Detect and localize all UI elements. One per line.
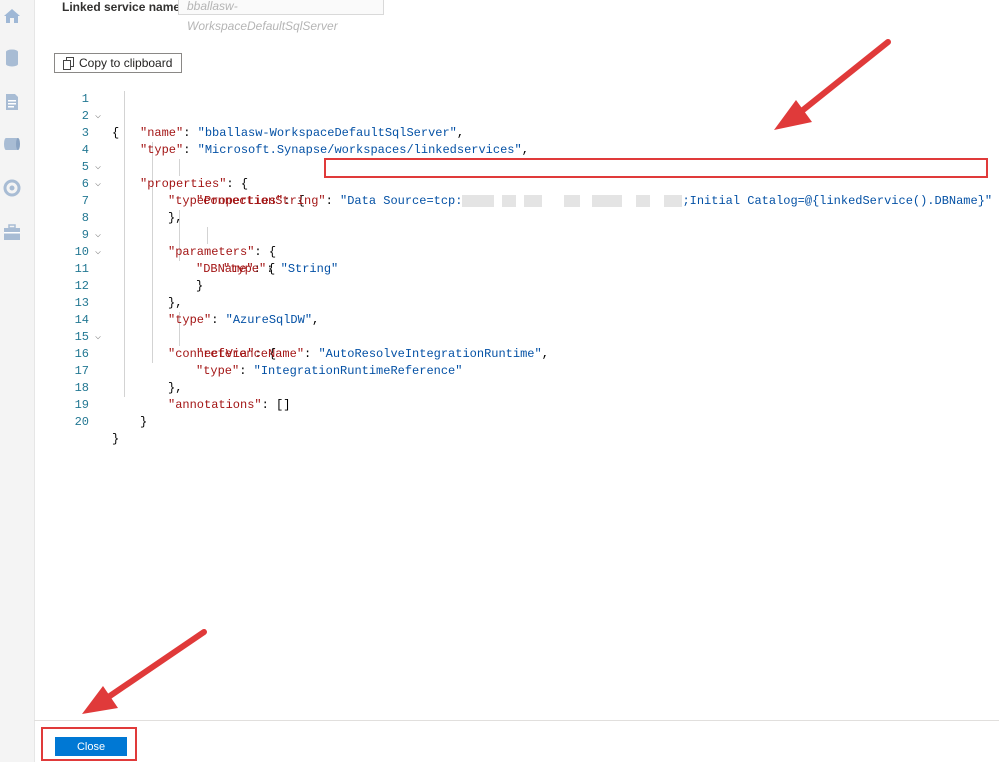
close-button-highlight	[41, 727, 137, 761]
copy-to-clipboard-button[interactable]: Copy to clipboard	[54, 53, 182, 73]
home-icon[interactable]	[2, 6, 22, 26]
code-token: }	[140, 415, 148, 429]
line-number: 20	[74, 415, 89, 429]
code-line: 13 "type": "AzureSqlDW",	[34, 278, 999, 327]
code-line: 9 ⌵ "DBName": {	[34, 210, 999, 276]
pipeline-icon[interactable]	[2, 134, 22, 154]
code-line: 11 }	[34, 244, 999, 293]
code-line: 19 }	[34, 380, 999, 429]
json-code-editor[interactable]: 1 ⌵ { 2 "name": "bballasw-WorkspaceDefau…	[34, 74, 999, 446]
database-icon[interactable]	[2, 48, 22, 68]
code-line: 15 "referenceName": "AutoResolveIntegrat…	[34, 312, 999, 361]
code-line: 16 "type": "IntegrationRuntimeReference"	[34, 329, 999, 378]
linked-service-label: Linked service name	[62, 0, 181, 14]
code-line: 2 "name": "bballasw-WorkspaceDefaultSqlS…	[34, 91, 999, 140]
connection-string-highlight	[324, 158, 988, 178]
footer-divider	[34, 720, 999, 721]
code-line: 10 "type": "String"	[34, 227, 999, 276]
toolbox-icon[interactable]	[2, 222, 22, 242]
code-line: 4 ⌵ "properties": {	[34, 125, 999, 191]
code-line: 17 },	[34, 346, 999, 395]
code-line: 3 "type": "Microsoft.Synapse/workspaces/…	[34, 108, 999, 157]
linked-service-name-field[interactable]: bballasw-WorkspaceDefaultSqlServer	[178, 0, 384, 33]
code-line: 14 ⌵ "connectVia": {	[34, 295, 999, 361]
left-sidebar	[0, 0, 35, 762]
arrowhead-icon	[82, 686, 118, 714]
monitor-icon[interactable]	[2, 178, 22, 198]
code-line: 1 ⌵ {	[34, 74, 999, 140]
code-line: 8 ⌵ "parameters": {	[34, 193, 999, 259]
arrow-to-close-button	[101, 629, 207, 703]
copy-button-label: Copy to clipboard	[79, 56, 173, 70]
code-line: 12 },	[34, 261, 999, 310]
document-icon[interactable]	[2, 92, 22, 112]
code-line: 20 }	[34, 397, 999, 446]
code-token: }	[112, 432, 120, 446]
code-line: 7 },	[34, 176, 999, 225]
code-line: 18 "annotations": []	[34, 363, 999, 412]
copy-icon	[63, 56, 74, 70]
code-line: 5 ⌵ "typeProperties": {	[34, 142, 999, 208]
